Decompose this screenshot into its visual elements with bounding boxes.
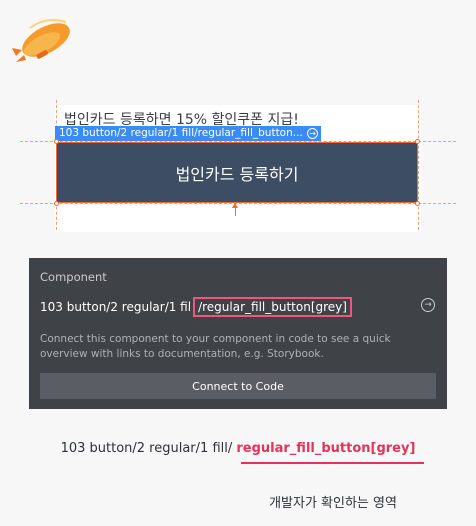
component-panel: Component 103 button/2 regular/1 fil/reg… xyxy=(29,258,447,409)
guide-line-bottom xyxy=(20,203,456,204)
resize-handle[interactable] xyxy=(54,139,59,144)
resize-handle[interactable] xyxy=(415,201,420,206)
component-path-prefix: 103 button/2 regular/1 fil xyxy=(40,300,192,314)
caption-path-prefix: 103 button/2 regular/1 fill/ xyxy=(60,441,237,456)
arrow-circle-right-icon[interactable]: → xyxy=(421,298,435,312)
component-name-highlight: /regular_fill_button[grey] xyxy=(193,297,352,317)
panel-description: Connect this component to your component… xyxy=(40,333,391,360)
resize-handle[interactable] xyxy=(415,139,420,144)
caption-underline xyxy=(241,462,424,464)
arrow-circle-right-icon[interactable]: → xyxy=(307,128,318,139)
zeppelin-logo-icon xyxy=(12,19,70,62)
connect-to-code-button[interactable]: Connect to Code xyxy=(40,373,436,399)
panel-title: Component xyxy=(40,270,107,284)
spacing-marker xyxy=(232,203,238,216)
caption-path-emphasis: regular_fill_button[grey] xyxy=(236,441,416,456)
regular-fill-button[interactable]: 법인카드 등록하기 xyxy=(56,142,418,203)
selection-label[interactable]: 103 button/2 regular/1 fill/regular_fill… xyxy=(55,126,321,141)
button-label: 법인카드 등록하기 xyxy=(175,164,299,184)
caption-path: 103 button/2 regular/1 fill/ regular_fil… xyxy=(0,441,476,456)
connect-button-label: Connect to Code xyxy=(192,379,284,393)
guide-line-right xyxy=(418,100,419,230)
caption-note: 개발자가 확인하는 영역 xyxy=(269,496,397,511)
resize-handle[interactable] xyxy=(54,201,59,206)
selection-label-text: 103 button/2 regular/1 fill/regular_fill… xyxy=(59,127,303,139)
component-path: 103 button/2 regular/1 fil/regular_fill_… xyxy=(40,297,352,317)
